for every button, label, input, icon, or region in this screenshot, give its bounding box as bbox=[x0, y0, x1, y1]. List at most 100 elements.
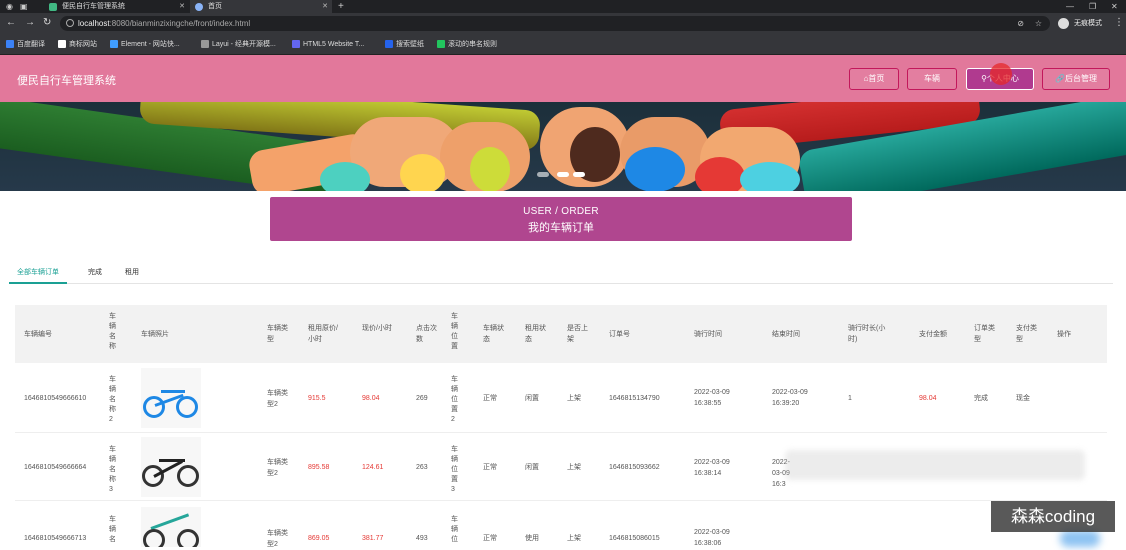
ride-duration: 1 bbox=[848, 395, 852, 402]
browser-tab-bar: ◉ ▣ 便民自行车管理系统 ✕ 首页 ✕ + — ❐ ✕ bbox=[0, 0, 1126, 13]
order-number: 1646815086015 bbox=[609, 535, 660, 542]
vehicle-photo bbox=[141, 437, 201, 497]
payment-amount: 98.04 bbox=[919, 395, 937, 402]
original-price: 915.5 bbox=[308, 395, 326, 402]
rent-status: 使用 bbox=[525, 535, 539, 542]
nav-vehicles-button[interactable]: 车辆 bbox=[907, 68, 957, 90]
restore-icon[interactable]: ❐ bbox=[1089, 0, 1096, 13]
bookmark-icon bbox=[201, 40, 209, 48]
order-type: 完成 bbox=[974, 395, 988, 402]
original-price: 869.05 bbox=[308, 535, 330, 542]
column-header: 骑行时长(小时) bbox=[848, 325, 886, 343]
more-icon[interactable]: ⋮ bbox=[1114, 17, 1124, 28]
banner-pencil-tip bbox=[320, 162, 370, 191]
new-tab-icon[interactable]: + bbox=[338, 0, 344, 13]
click-count: 263 bbox=[416, 464, 428, 471]
column-header: 车辆照片 bbox=[141, 331, 169, 338]
ride-start-time: 2022-03-09 16:38:14 bbox=[694, 459, 730, 477]
bookmark-item[interactable]: 滚动的串名规则 bbox=[437, 39, 497, 50]
row-divider bbox=[15, 432, 1107, 433]
bookmark-icon bbox=[437, 40, 445, 48]
globe-icon bbox=[195, 3, 203, 11]
nav-admin-button[interactable]: 🔗后台管理 bbox=[1042, 68, 1110, 90]
column-header: 车辆名称 bbox=[109, 313, 116, 350]
bookmark-item[interactable]: Element - 网站快... bbox=[110, 39, 180, 50]
column-header: 车辆编号 bbox=[24, 331, 52, 338]
column-header: 租用状态 bbox=[525, 325, 546, 343]
current-price: 98.04 bbox=[362, 395, 380, 402]
tab-admin[interactable]: 便民自行车管理系统 ✕ bbox=[44, 0, 189, 13]
column-header: 车辆位置 bbox=[451, 313, 458, 350]
vehicle-status: 正常 bbox=[483, 395, 497, 402]
tab-all-orders[interactable]: 全部车辆订单 bbox=[9, 267, 67, 284]
ride-start-time: 2022-03-09 16:38:06 bbox=[694, 529, 730, 547]
current-price: 381.77 bbox=[362, 535, 384, 542]
column-header: 支付金额 bbox=[919, 331, 947, 338]
back-icon[interactable]: ← bbox=[6, 17, 16, 28]
vehicle-location: 车辆位 bbox=[451, 516, 458, 543]
banner-carousel[interactable] bbox=[0, 102, 1126, 191]
vehicle-status: 正常 bbox=[483, 535, 497, 542]
column-header: 点击次数 bbox=[416, 325, 437, 343]
ride-start-time: 2022-03-09 16:38:55 bbox=[694, 389, 730, 407]
order-tabs: 全部车辆订单 完成 租用 bbox=[9, 262, 1113, 284]
column-header: 车辆状态 bbox=[483, 325, 504, 343]
tab-renting[interactable]: 租用 bbox=[125, 267, 139, 282]
extension-icon[interactable]: ▣ bbox=[20, 0, 28, 13]
ride-end-time: 2022-03-09 16:39:20 bbox=[772, 389, 808, 407]
column-header: 骑行时间 bbox=[694, 331, 722, 338]
cursor-highlight bbox=[990, 63, 1012, 85]
shelf-status: 上架 bbox=[567, 395, 581, 402]
order-number: 1646815093662 bbox=[609, 464, 660, 471]
transition-blur bbox=[785, 450, 1085, 480]
tab-home[interactable]: 首页 ✕ bbox=[190, 0, 332, 13]
carousel-dot[interactable] bbox=[557, 172, 569, 177]
bookmark-item[interactable]: Layui - 经典开源模... bbox=[201, 39, 276, 50]
info-icon bbox=[66, 19, 74, 27]
bookmark-icon bbox=[292, 40, 300, 48]
banner-pencil-tip bbox=[695, 157, 745, 191]
bookmark-item[interactable]: 搜索壁纸 bbox=[385, 39, 424, 50]
window-close-icon[interactable]: ✕ bbox=[1111, 0, 1118, 13]
vehicle-type: 车辆类型2 bbox=[267, 390, 288, 408]
vehicle-id: 1646810549666713 bbox=[24, 535, 87, 542]
star-icon[interactable]: ☆ bbox=[1035, 16, 1042, 31]
incognito-indicator[interactable]: 无痕模式 bbox=[1058, 17, 1102, 30]
forward-icon[interactable]: → bbox=[25, 17, 35, 28]
minimize-icon[interactable]: — bbox=[1066, 0, 1074, 13]
eye-off-icon[interactable]: ⊘ bbox=[1017, 16, 1024, 31]
transition-blur bbox=[1060, 530, 1100, 547]
banner-pencil-tip bbox=[625, 147, 685, 191]
close-icon[interactable]: ✕ bbox=[179, 0, 185, 13]
url-field[interactable]: localhost:8080/bianminzixingche/front/in… bbox=[60, 16, 1050, 31]
bookmark-icon bbox=[6, 40, 14, 48]
column-header: 现价/小时 bbox=[362, 325, 392, 332]
tab-completed[interactable]: 完成 bbox=[88, 267, 102, 282]
vehicle-name: 车辆名称2 bbox=[109, 376, 116, 423]
bookmark-item[interactable]: HTML5 Website T... bbox=[292, 39, 364, 50]
bookmark-item[interactable]: 商标网站 bbox=[58, 39, 97, 50]
nav-home-button[interactable]: ⌂首页 bbox=[849, 68, 899, 90]
link-icon: 🔗 bbox=[1055, 74, 1065, 83]
vehicle-photo bbox=[141, 507, 201, 547]
shelf-status: 上架 bbox=[567, 464, 581, 471]
click-count: 493 bbox=[416, 535, 428, 542]
reload-icon[interactable]: ↻ bbox=[43, 17, 51, 28]
vehicle-name: 车辆名 bbox=[109, 516, 116, 543]
address-bar: ← → ↻ localhost:8080/bianminzixingche/fr… bbox=[0, 13, 1126, 34]
column-header: 订单类型 bbox=[974, 325, 995, 343]
vehicle-id: 1646810549666610 bbox=[24, 395, 87, 402]
column-header: 租用原价/小时 bbox=[308, 325, 338, 343]
column-header: 支付类型 bbox=[1016, 325, 1037, 343]
site-title: 便民自行车管理系统 bbox=[17, 75, 116, 87]
carousel-dot[interactable] bbox=[537, 172, 549, 177]
chrome-icon: ◉ bbox=[6, 2, 13, 11]
vehicle-type: 车辆类型2 bbox=[267, 459, 288, 477]
column-header: 订单号 bbox=[609, 331, 630, 338]
close-icon[interactable]: ✕ bbox=[322, 0, 328, 13]
vehicle-location: 车辆位置2 bbox=[451, 376, 458, 423]
carousel-dot[interactable] bbox=[573, 172, 585, 177]
banner-pencil-tip bbox=[470, 147, 510, 191]
bookmark-item[interactable]: 百度翻译 bbox=[6, 39, 45, 50]
bookmark-icon bbox=[385, 40, 393, 48]
